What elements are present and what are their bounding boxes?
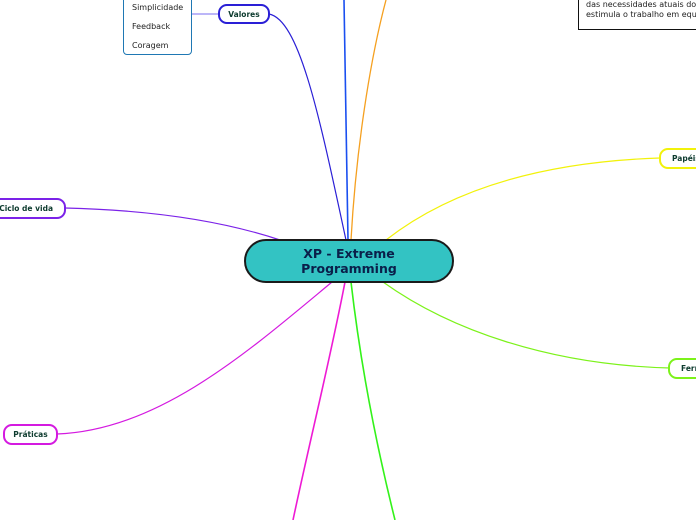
node-ferramentas-label: Ferr [681,364,696,373]
note-line-1: das necessidades atuais do [586,0,696,9]
note-line-2: estimula o trabalho em equ [586,10,696,19]
node-praticas[interactable]: Práticas [3,424,58,445]
node-praticas-label: Práticas [13,430,48,439]
node-valores-label: Valores [228,9,260,19]
connector-praticas [56,281,333,435]
node-papeis-label: Papéis [672,154,696,163]
node-ciclo-de-vida[interactable]: Ciclo de vida [0,198,66,219]
valores-item-feedback[interactable]: Feedback [132,22,170,31]
central-topic-line-1: XP - Extreme [303,246,395,261]
central-topic[interactable]: XP - Extreme Programming [244,239,454,283]
connector-ciclo [64,207,281,241]
central-topic-line-2: Programming [301,261,397,276]
valores-item-simplicidade[interactable]: Simplicidade [132,3,183,12]
node-ferramentas[interactable]: Ferr [668,358,696,379]
node-ciclo-de-vida-label: Ciclo de vida [0,204,53,213]
connector-ferramentas [382,281,671,369]
connector-top-blue [343,0,349,241]
connector-papeis [385,157,661,241]
valores-items-box: Simplicidade Feedback Coragem [123,0,192,55]
connector-valores [268,13,347,241]
node-valores[interactable]: Valores [218,4,270,24]
valores-item-coragem[interactable]: Coragem [132,41,168,50]
node-papeis[interactable]: Papéis [659,148,696,169]
note-box: das necessidades atuais do estimula o tr… [578,0,696,30]
connector-top-orange [350,0,387,241]
connector-bottom-green [350,281,396,520]
connector-bottom-pink [292,281,346,520]
